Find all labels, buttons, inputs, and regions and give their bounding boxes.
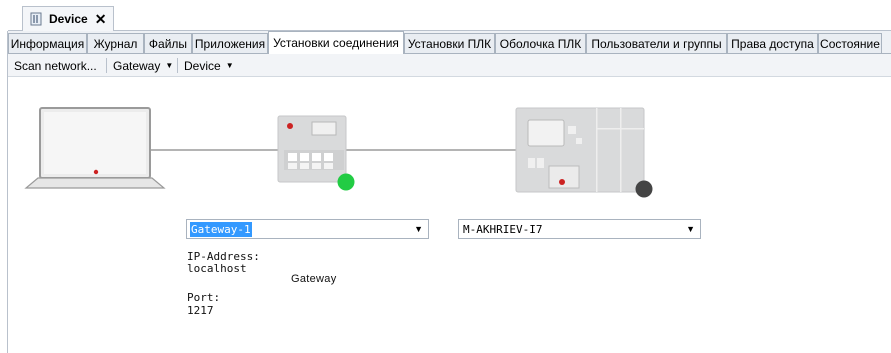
device-menu-label: Device	[184, 58, 221, 73]
gateway-select-value: Gateway-1	[190, 222, 252, 237]
toolbar: Scan network... Gateway ▼ Device ▼	[8, 54, 891, 77]
tab-applications[interactable]: Приложения	[192, 33, 268, 53]
tab-log[interactable]: Журнал	[87, 33, 144, 53]
device-page-icon	[30, 12, 42, 26]
gateway-ip-value: localhost	[187, 262, 247, 275]
scan-network-label: Scan network...	[14, 58, 97, 73]
gateway-port-label: Port:	[187, 291, 221, 304]
scan-network-button[interactable]: Scan network...	[10, 56, 101, 75]
topology-diagram	[24, 107, 653, 198]
gateway-icon	[277, 115, 347, 183]
gateway-menu-button[interactable]: Gateway ▼	[109, 56, 177, 75]
chevron-down-icon: ▼	[414, 224, 423, 234]
device-status-indicator	[635, 180, 653, 198]
document-tab-device[interactable]: Device ✕	[22, 6, 114, 31]
gateway-status-indicator	[337, 173, 355, 191]
toolbar-separator	[106, 58, 107, 73]
tab-communication-settings[interactable]: Установки соединения	[268, 31, 404, 54]
gateway-port-value: 1217	[187, 304, 214, 317]
device-select[interactable]: M-AKHRIEV-I7 ▼	[458, 219, 701, 239]
tab-plc-settings[interactable]: Установки ПЛК	[404, 33, 495, 53]
toolbar-separator	[177, 58, 178, 73]
tab-status[interactable]: Состояние	[818, 33, 882, 53]
tab-access-rights[interactable]: Права доступа	[727, 33, 818, 53]
document-tab-title: Device	[49, 12, 88, 26]
tab-files[interactable]: Файлы	[144, 33, 192, 53]
caret-down-icon: ▼	[225, 61, 234, 70]
plc-device-icon	[515, 107, 645, 193]
settings-tab-row: Информация Журнал Файлы Приложения Устан…	[8, 31, 891, 54]
gateway-select[interactable]: Gateway-1 ▼	[186, 219, 429, 239]
tab-users-and-groups[interactable]: Пользователи и группы	[586, 33, 727, 53]
gateway-menu-label: Gateway	[113, 58, 161, 73]
caret-down-icon: ▼	[165, 61, 174, 70]
chevron-down-icon: ▼	[686, 224, 695, 234]
gateway-name-label: Gateway	[291, 273, 337, 285]
tab-plc-shell[interactable]: Оболочка ПЛК	[495, 33, 586, 53]
tab-information[interactable]: Информация	[8, 33, 87, 53]
topology-canvas: Gateway Gateway-1 ▼ M-AKHRIEV-I7 ▼ IP-Ad…	[8, 78, 891, 353]
laptop-icon	[24, 107, 166, 189]
device-select-value: M-AKHRIEV-I7	[463, 223, 543, 236]
close-icon[interactable]: ✕	[95, 12, 107, 26]
device-menu-button[interactable]: Device ▼	[180, 56, 238, 75]
document-tab-strip: Device ✕	[0, 0, 891, 31]
